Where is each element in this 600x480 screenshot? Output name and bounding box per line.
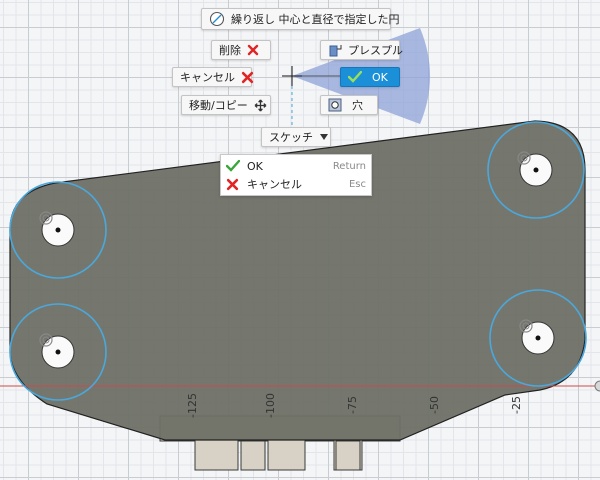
check-icon (348, 71, 362, 83)
cancel-x-icon (241, 71, 254, 84)
axis-label-m100: -100 (264, 393, 277, 418)
canvas-viewport[interactable]: -125 -100 -75 -50 -25 繰り返し 中心と直径で指定した円 削… (0, 0, 600, 480)
cancel-label: キャンセル (180, 71, 235, 84)
axis-label-m125: -125 (186, 393, 199, 418)
press-pull-button[interactable]: プレスプル (320, 40, 403, 60)
ok-button[interactable]: OK (340, 67, 400, 87)
delete-button[interactable]: 削除 (211, 40, 271, 60)
sketch-dropdown[interactable]: スケッチ (261, 127, 331, 147)
delete-x-icon (247, 44, 259, 56)
move-copy-label: 移動/コピー (189, 99, 248, 112)
context-menu: OK Return キャンセル Esc (220, 154, 372, 196)
hole-button[interactable]: 穴 (320, 95, 378, 115)
move-arrows-icon (254, 99, 267, 112)
ok-label: OK (372, 70, 388, 84)
lower-slot-left (240, 440, 266, 471)
hole-label: 穴 (352, 99, 363, 112)
menu-item-ok-label: OK (247, 159, 263, 173)
menu-item-ok[interactable]: OK Return (221, 157, 371, 175)
lower-slot-right (335, 440, 361, 471)
press-pull-icon (328, 43, 342, 57)
move-copy-button[interactable]: 移動/コピー (181, 95, 271, 115)
sketch-label: スケッチ (269, 131, 313, 144)
repeat-command-label: 繰り返し 中心と直径で指定した円 (231, 13, 400, 26)
cancel-button[interactable]: キャンセル (172, 67, 254, 87)
axis-label-m25: -25 (510, 396, 523, 414)
menu-item-ok-shortcut: Return (332, 160, 366, 172)
axis-label-m75: -75 (346, 396, 359, 414)
menu-item-cancel[interactable]: キャンセル Esc (221, 175, 371, 193)
cross-icon (226, 178, 239, 191)
chevron-down-icon (319, 133, 329, 141)
press-pull-label: プレスプル (348, 44, 403, 57)
menu-item-cancel-label: キャンセル (247, 178, 302, 191)
circle-diameter-icon (209, 11, 225, 27)
delete-label: 削除 (219, 44, 241, 57)
hole-icon (328, 98, 342, 112)
repeat-command-button[interactable]: 繰り返し 中心と直径で指定した円 (201, 8, 400, 30)
menu-item-cancel-shortcut: Esc (348, 178, 366, 190)
check-icon (226, 160, 240, 172)
axis-label-m50: -50 (428, 396, 441, 414)
